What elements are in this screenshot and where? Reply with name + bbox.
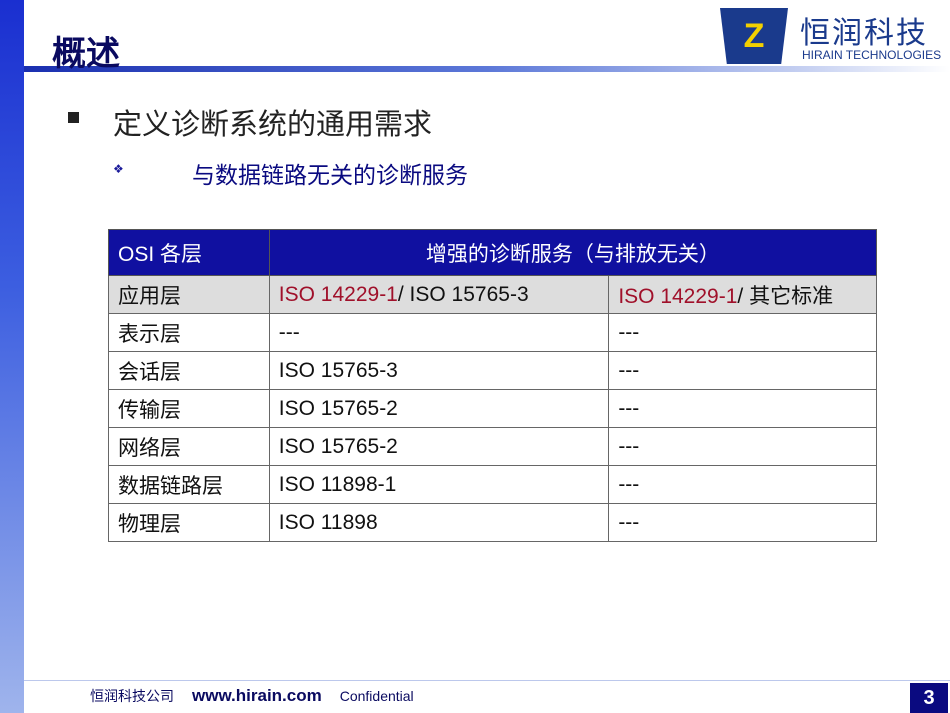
cell-layer: 数据链路层 — [118, 474, 223, 498]
standard-text: / ISO 15765-3 — [397, 282, 529, 306]
standard-text: --- — [618, 358, 640, 382]
table-row: 应用层 ISO 14229-1/ ISO 15765-3 ISO 14229-1/ … — [108, 275, 877, 314]
footer-company: 恒润科技公司 — [90, 688, 174, 704]
standard-highlight: ISO 14229-1 — [618, 284, 738, 308]
standard-text: --- — [278, 320, 300, 344]
bullet-level1: 定义诊断系统的通用需求 — [113, 109, 433, 141]
header-divider — [24, 66, 950, 72]
logo-name-en: HIRAIN TECHNOLOGIES — [802, 48, 942, 62]
standard-text: ISO 11898 — [278, 510, 378, 534]
table-row: 表示层 --- --- — [108, 313, 877, 352]
page-number: 3 — [910, 683, 948, 713]
standard-text: --- — [618, 396, 640, 420]
standard-text: ISO 11898-1 — [278, 472, 397, 496]
standard-text: ISO 15765-2 — [278, 396, 398, 420]
standard-text: --- — [618, 434, 640, 458]
layer-cell: 数据链路层 — [108, 465, 270, 504]
bullet-level2: 与数据链路无关的诊断服务 — [192, 162, 468, 188]
standard-text: --- — [618, 472, 640, 496]
footer-divider — [24, 680, 950, 681]
layer-cell: 传输层 — [108, 389, 270, 428]
other-standard-cell: ISO 14229-1/ 其它标准 — [608, 275, 877, 314]
cell-layer: 会话层 — [118, 360, 181, 384]
standard-cell: ISO 15765-2 — [268, 427, 610, 466]
other-standard-cell: --- — [608, 389, 877, 428]
standard-cell: ISO 15765-2 — [268, 389, 610, 428]
logo-name-cn: 恒润科技 — [800, 17, 928, 50]
table-row: 物理层 ISO 11898 --- — [108, 503, 877, 542]
standard-cell: ISO 11898-1 — [268, 465, 610, 504]
standard-highlight: ISO 14229-1 — [278, 282, 398, 306]
footer: 恒润科技公司 www.hirain.com Confidential — [90, 686, 414, 706]
header-enhanced-services: 增强的诊断服务（与排放无关） — [268, 229, 878, 276]
other-standard-cell: --- — [608, 313, 877, 352]
other-standard-cell: --- — [608, 503, 877, 542]
table-row: 数据链路层 ISO 11898-1 --- — [108, 465, 877, 504]
slide-title: 概述 — [52, 35, 120, 73]
layer-cell: 网络层 — [108, 427, 270, 466]
osi-layer-table: OSI 各层 增强的诊断服务（与排放无关） 应用层 ISO 14229-1/ IS… — [108, 229, 878, 542]
table-row: 网络层 ISO 15765-2 --- — [108, 427, 877, 466]
company-logo: Z 恒润科技 HIRAIN TECHNOLOGIES — [720, 8, 942, 64]
table-header-row: OSI 各层 增强的诊断服务（与排放无关） — [108, 229, 878, 276]
other-standard-cell: --- — [608, 427, 877, 466]
cell-layer: 表示层 — [118, 322, 181, 346]
other-standard-cell: --- — [608, 351, 877, 390]
standard-cell: ISO 15765-3 — [268, 351, 610, 390]
cell-layer: 网络层 — [118, 436, 181, 460]
footer-url[interactable]: www.hirain.com — [192, 686, 322, 705]
logo-z-icon: Z — [743, 17, 765, 55]
layer-cell: 物理层 — [108, 503, 270, 542]
standard-text: ISO 15765-3 — [278, 358, 398, 382]
table-row: 会话层 ISO 15765-3 --- — [108, 351, 877, 390]
left-accent-bar — [0, 0, 24, 713]
standard-cell: ISO 14229-1/ ISO 15765-3 — [268, 275, 610, 314]
cell-layer: 应用层 — [118, 284, 181, 308]
other-standard-cell: --- — [608, 465, 877, 504]
standard-cell: ISO 11898 — [268, 503, 610, 542]
cell-layer: 传输层 — [118, 398, 181, 422]
layer-cell: 会话层 — [108, 351, 270, 390]
diamond-bullet-icon: ❖ — [113, 162, 124, 176]
cell-layer: 物理层 — [118, 512, 181, 536]
layer-cell: 应用层 — [108, 275, 270, 314]
standard-text: --- — [618, 510, 640, 534]
square-bullet-icon — [68, 112, 79, 123]
standard-text: --- — [618, 320, 640, 344]
header-osi-layer: OSI 各层 — [108, 229, 270, 276]
layer-cell: 表示层 — [108, 313, 270, 352]
footer-confidential: Confidential — [339, 688, 414, 704]
standard-cell: --- — [268, 313, 610, 352]
standard-text: ISO 15765-2 — [278, 434, 398, 458]
standard-text: / 其它标准 — [737, 284, 834, 308]
table-row: 传输层 ISO 15765-2 --- — [108, 389, 877, 428]
